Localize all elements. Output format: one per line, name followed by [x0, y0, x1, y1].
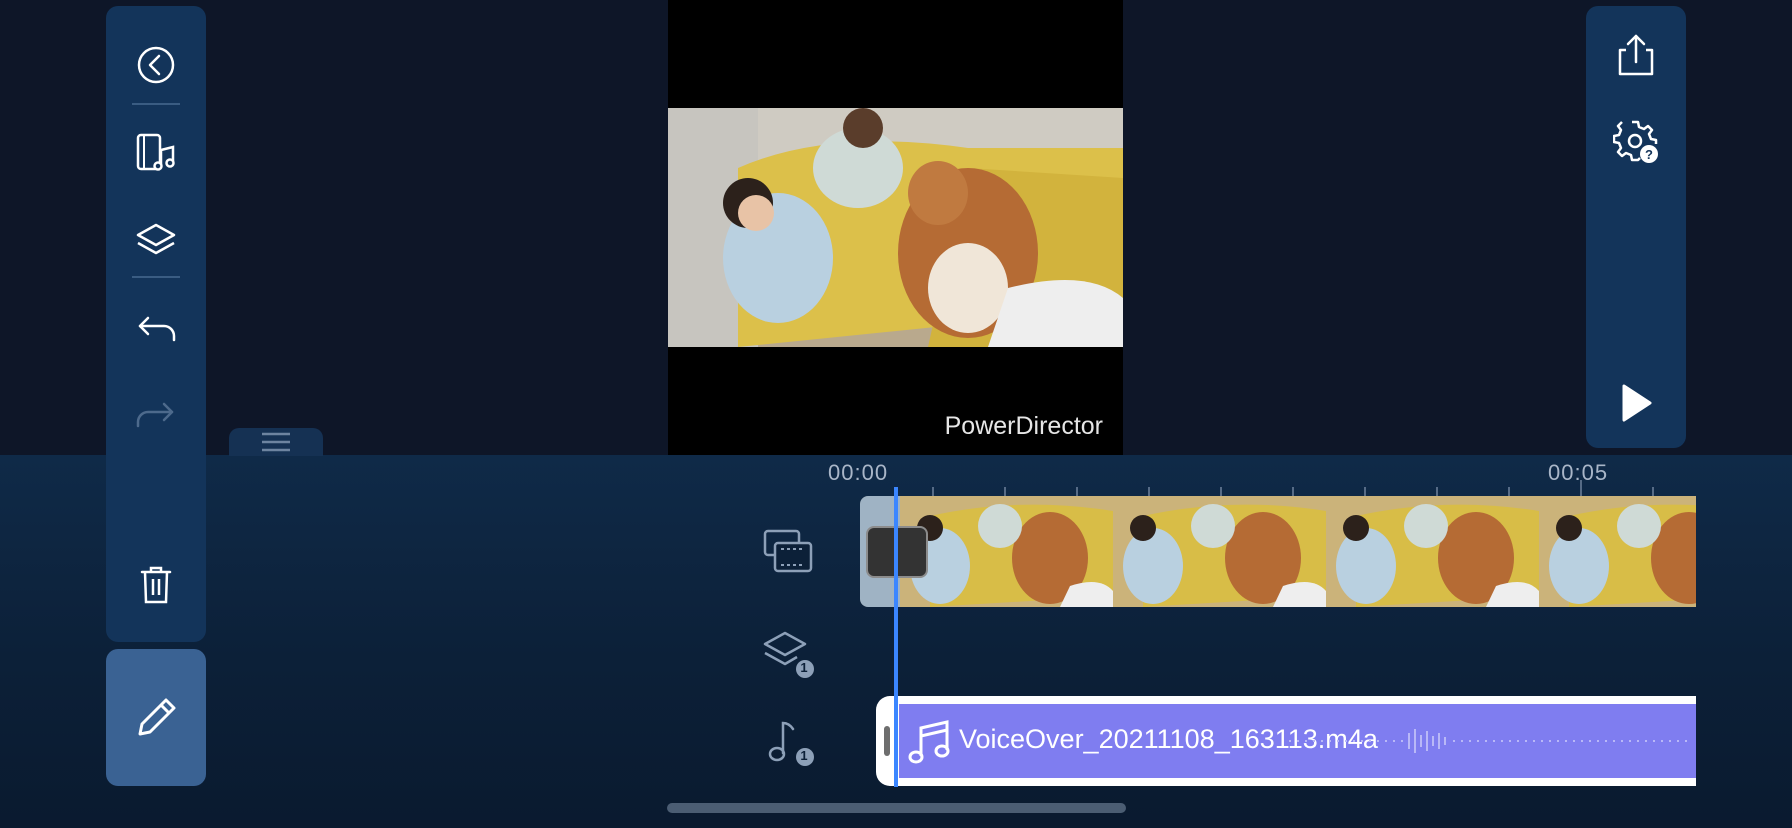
- music-note-icon: [908, 720, 950, 764]
- export-button[interactable]: [1586, 20, 1686, 90]
- trash-icon: [140, 566, 172, 604]
- redo-icon: [136, 402, 174, 428]
- gear-question-icon: ?: [1613, 120, 1658, 163]
- ruler-label-start: 00:00: [828, 460, 889, 485]
- overlay-track-icon[interactable]: 1: [760, 626, 816, 682]
- toolbar-divider: [132, 276, 180, 278]
- media-music-button[interactable]: [106, 118, 206, 188]
- share-export-icon: [1618, 34, 1654, 76]
- media-music-icon: [136, 133, 175, 171]
- audio-clip[interactable]: VoiceOver_20211108_163113.m4a: [899, 704, 1696, 778]
- clip-thumbnail: [1326, 496, 1539, 607]
- playhead[interactable]: [894, 487, 898, 787]
- ruler-label-5s: 00:05: [1548, 460, 1609, 485]
- clip-thumbnail: [1113, 496, 1326, 607]
- left-toolbar: [106, 6, 206, 642]
- video-clip[interactable]: [860, 496, 1696, 607]
- layers-icon: [136, 223, 176, 255]
- clip-thumbnail: [900, 496, 1113, 607]
- redo-button[interactable]: [106, 379, 206, 449]
- pencil-icon: [138, 698, 176, 735]
- play-button[interactable]: [1586, 368, 1686, 438]
- watermark-text: PowerDirector: [944, 412, 1103, 440]
- edit-button[interactable]: [106, 649, 206, 786]
- svg-text:?: ?: [1645, 147, 1653, 162]
- undo-button[interactable]: [106, 293, 206, 363]
- audio-trim-handle[interactable]: [884, 726, 890, 756]
- video-preview[interactable]: PowerDirector: [668, 0, 1123, 455]
- back-button[interactable]: [106, 30, 206, 100]
- ruler-tick: [1580, 480, 1582, 497]
- undo-icon: [138, 316, 176, 342]
- toolbar-divider: [132, 103, 180, 105]
- clip-thumbnail: [1539, 496, 1696, 607]
- menu-icon: [262, 432, 290, 452]
- play-icon: [1622, 384, 1652, 422]
- settings-help-button[interactable]: ?: [1586, 106, 1686, 176]
- delete-button[interactable]: [106, 550, 206, 620]
- overlay-count-badge: 1: [800, 660, 808, 675]
- video-track-icon[interactable]: [760, 524, 816, 578]
- back-icon: [137, 46, 175, 84]
- video-track-icon-graphic: [763, 529, 813, 573]
- timeline-scrollbar[interactable]: [667, 803, 1126, 813]
- audio-track-icon[interactable]: 1: [760, 714, 816, 770]
- layers-button[interactable]: [106, 206, 206, 276]
- audio-waveform: [1289, 729, 1689, 753]
- audio-count-badge: 1: [800, 748, 808, 763]
- panel-menu-button[interactable]: [229, 428, 323, 456]
- preview-frame-image: [668, 108, 1123, 347]
- right-toolbar: ?: [1586, 6, 1686, 448]
